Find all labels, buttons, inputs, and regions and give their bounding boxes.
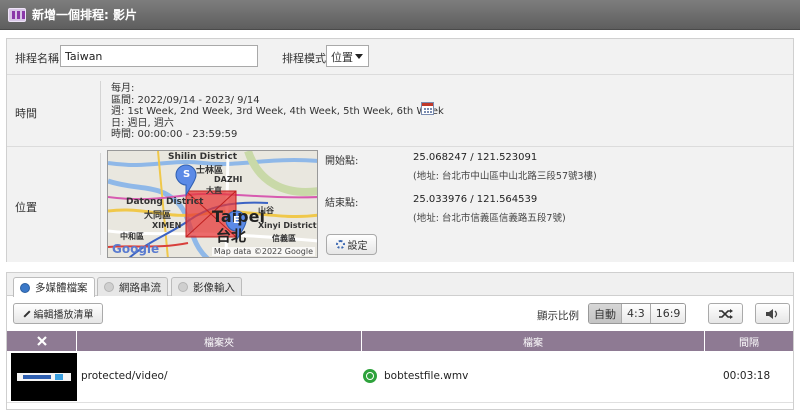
map-label: 信義區: [272, 234, 296, 243]
name-label: 排程名稱: [15, 52, 59, 65]
end-marker[interactable]: E: [233, 215, 240, 226]
mode-label: 排程模式: [282, 52, 326, 65]
location-label: 位置: [15, 201, 37, 214]
video-schedule-icon: [8, 7, 26, 22]
remove-column-header[interactable]: [7, 331, 77, 351]
status-ok-icon: [363, 369, 377, 383]
map-label: 大直: [206, 186, 222, 195]
edit-playlist-button[interactable]: 編輯播放清單: [13, 303, 103, 324]
column-header-folder: 檔案夾: [77, 331, 362, 351]
ratio-auto-button[interactable]: 自動: [589, 304, 622, 323]
table-row[interactable]: protected/video/ bobtestfile.wmv 00:03:1…: [7, 351, 793, 403]
end-point-coord: 25.033976 / 121.564539: [413, 194, 538, 205]
settings-button[interactable]: 設定: [326, 234, 377, 255]
schedule-name-input[interactable]: [60, 45, 258, 67]
time-details: 每月: 區間: 2022/09/14 - 2023/ 9/14 週: 1st W…: [111, 83, 444, 141]
map-label: Datong District: [126, 197, 204, 207]
chevron-down-icon: [355, 54, 363, 59]
map-label: XIMEN: [152, 221, 182, 230]
map-label: Xinyi District: [258, 221, 317, 230]
source-tabs: 多媒體檔案 網路串流 影像輸入: [7, 273, 793, 297]
tab-network-stream[interactable]: 網路串流: [97, 277, 168, 296]
ratio-4-3-button[interactable]: 4:3: [622, 304, 651, 323]
end-point-address: (地址: 台北市信義區信義路五段7號): [413, 213, 566, 224]
edit-playlist-label: 編輯播放清單: [33, 310, 94, 321]
aspect-ratio-selector: 自動 4:3 16:9: [588, 303, 687, 324]
radio-icon: [104, 282, 114, 292]
schedule-form: 排程名稱 排程模式 位置 時間 每月: 區間: 2022/09/14 - 202…: [6, 38, 794, 262]
column-header-file: 檔案: [362, 331, 705, 351]
gear-icon: [335, 240, 345, 249]
time-line-monthly: 每月:: [111, 83, 135, 94]
row-folder: protected/video/: [81, 370, 168, 382]
mode-select[interactable]: 位置: [326, 45, 369, 67]
location-map[interactable]: Shilin District 士林區 DAZHI 大直 Datong Dist…: [107, 150, 318, 258]
settings-button-label: 設定: [347, 241, 368, 252]
row-interval: 00:03:18: [723, 370, 771, 382]
time-label: 時間: [15, 107, 37, 120]
radio-icon: [178, 282, 188, 292]
time-line-days: 日: 週日, 週六: [111, 117, 174, 129]
time-line-hours: 時間: 00:00:00 - 23:59:59: [111, 129, 238, 140]
map-label: Shilin District: [168, 152, 238, 162]
time-line-range: 區間: 2022/09/14 - 2023/ 9/14: [111, 94, 260, 106]
map-label: 大同區: [144, 211, 172, 221]
map-credit: Map data ©2022 Google: [211, 247, 315, 256]
video-thumbnail: [11, 353, 77, 401]
map-label: 山谷: [258, 206, 274, 215]
table-header: 檔案夾 檔案 間隔: [7, 331, 793, 351]
close-icon: [36, 336, 47, 346]
time-row: 時間 每月: 區間: 2022/09/14 - 2023/ 9/14 週: 1s…: [7, 75, 793, 147]
tab-video-input[interactable]: 影像輸入: [171, 277, 242, 296]
divider: [100, 153, 101, 255]
ratio-16-9-button[interactable]: 16:9: [650, 304, 686, 323]
volume-button[interactable]: [755, 303, 790, 324]
media-panel: 多媒體檔案 網路串流 影像輸入 編輯播放清單 顯示比例 自動 4:3 16:9: [6, 272, 794, 410]
divider: [100, 81, 101, 141]
tab-label: 網路串流: [119, 281, 161, 294]
column-header-interval: 間隔: [739, 337, 759, 349]
start-point-coord: 25.068247 / 121.523091: [413, 152, 538, 163]
name-row: 排程名稱 排程模式 位置: [7, 39, 793, 75]
map-label: 台北: [216, 227, 247, 245]
start-point-label: 開始點:: [325, 156, 359, 167]
tab-label: 多媒體檔案: [35, 282, 88, 294]
tab-media-files[interactable]: 多媒體檔案: [13, 277, 95, 297]
start-point-address: (地址: 台北市中山區中山北路三段57號3樓): [413, 171, 597, 182]
end-point-label: 結束點:: [325, 198, 359, 209]
tab-label: 影像輸入: [193, 281, 235, 294]
mode-select-value: 位置: [331, 51, 353, 64]
pencil-icon: [22, 309, 31, 318]
window-titlebar: 新增一個排程: 影片: [0, 0, 800, 30]
speaker-icon: [765, 308, 777, 319]
shuffle-icon: [718, 308, 733, 319]
map-label: DAZHI: [214, 175, 243, 184]
window-title: 新增一個排程: 影片: [32, 8, 137, 22]
time-line-weeks: 週: 1st Week, 2nd Week, 3rd Week, 4th Wee…: [111, 106, 444, 117]
radio-selected-icon: [20, 282, 30, 293]
calendar-icon[interactable]: [421, 102, 434, 115]
shuffle-button[interactable]: [708, 303, 743, 324]
start-marker[interactable]: S: [183, 169, 190, 180]
row-file: bobtestfile.wmv: [384, 370, 469, 382]
aspect-ratio-label: 顯示比例: [537, 310, 579, 322]
location-row: 位置 Shilin District 士林區 DAZHI 大直 Datong D…: [7, 147, 793, 262]
map-label: 中和區: [120, 232, 144, 241]
google-logo: Google: [112, 242, 160, 256]
